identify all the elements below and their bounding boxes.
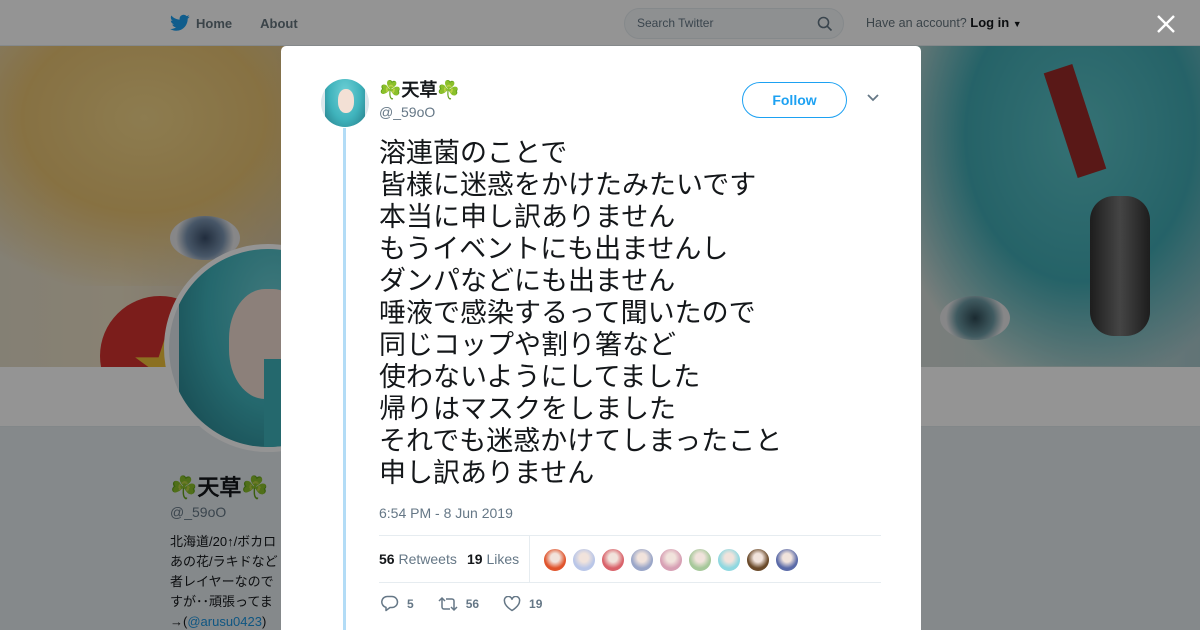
tweet-timestamp[interactable]: 6:54 PM - 8 Jun 2019 <box>379 505 513 521</box>
retweets-stat[interactable]: 56 Retweets <box>379 551 457 567</box>
tweet-avatar[interactable] <box>321 79 369 127</box>
retweets-count: 56 <box>379 551 395 567</box>
tweet-avatar-face <box>338 89 354 113</box>
tweet-author-handle[interactable]: @_59oO <box>379 104 435 120</box>
tweet-author-name[interactable]: ☘️天草☘️ <box>379 76 460 102</box>
liker-avatar[interactable] <box>543 548 567 572</box>
liker-avatar[interactable] <box>572 548 596 572</box>
liker-avatar[interactable] <box>630 548 654 572</box>
tweet-actions: 5 56 19 <box>381 595 566 612</box>
reply-action[interactable]: 5 <box>381 595 414 612</box>
reply-count: 5 <box>407 596 414 611</box>
follow-button[interactable]: Follow <box>742 82 847 118</box>
retweets-label: Retweets <box>398 551 457 567</box>
liker-avatar[interactable] <box>717 548 741 572</box>
liker-avatar[interactable] <box>601 548 625 572</box>
likes-count: 19 <box>467 551 483 567</box>
tweet-stats: 56 Retweets 19 Likes <box>379 535 881 583</box>
likes-label: Likes <box>486 551 520 567</box>
like-count: 19 <box>529 596 543 611</box>
retweet-icon <box>438 596 458 611</box>
thread-line <box>343 128 346 630</box>
liker-avatar[interactable] <box>746 548 770 572</box>
likes-stat[interactable]: 19 Likes <box>467 551 519 567</box>
retweet-action[interactable]: 56 <box>438 596 479 612</box>
like-action[interactable]: 19 <box>503 595 543 612</box>
reply-icon <box>381 595 399 612</box>
tweet-modal: ☘️天草☘️ @_59oO Follow 溶連菌のことで 皆様に迷惑をかけたみた… <box>281 46 921 630</box>
chevron-down-icon[interactable] <box>866 93 880 103</box>
liker-avatar[interactable] <box>775 548 799 572</box>
liker-avatar[interactable] <box>688 548 712 572</box>
liker-avatars <box>543 548 799 572</box>
liker-avatar[interactable] <box>659 548 683 572</box>
close-icon[interactable] <box>1154 12 1178 36</box>
tweet-text: 溶連菌のことで 皆様に迷惑をかけたみたいです 本当に申し訳ありません もうイベン… <box>379 138 783 489</box>
stats-divider <box>529 536 530 583</box>
heart-icon <box>503 595 521 611</box>
retweet-count: 56 <box>465 596 480 611</box>
